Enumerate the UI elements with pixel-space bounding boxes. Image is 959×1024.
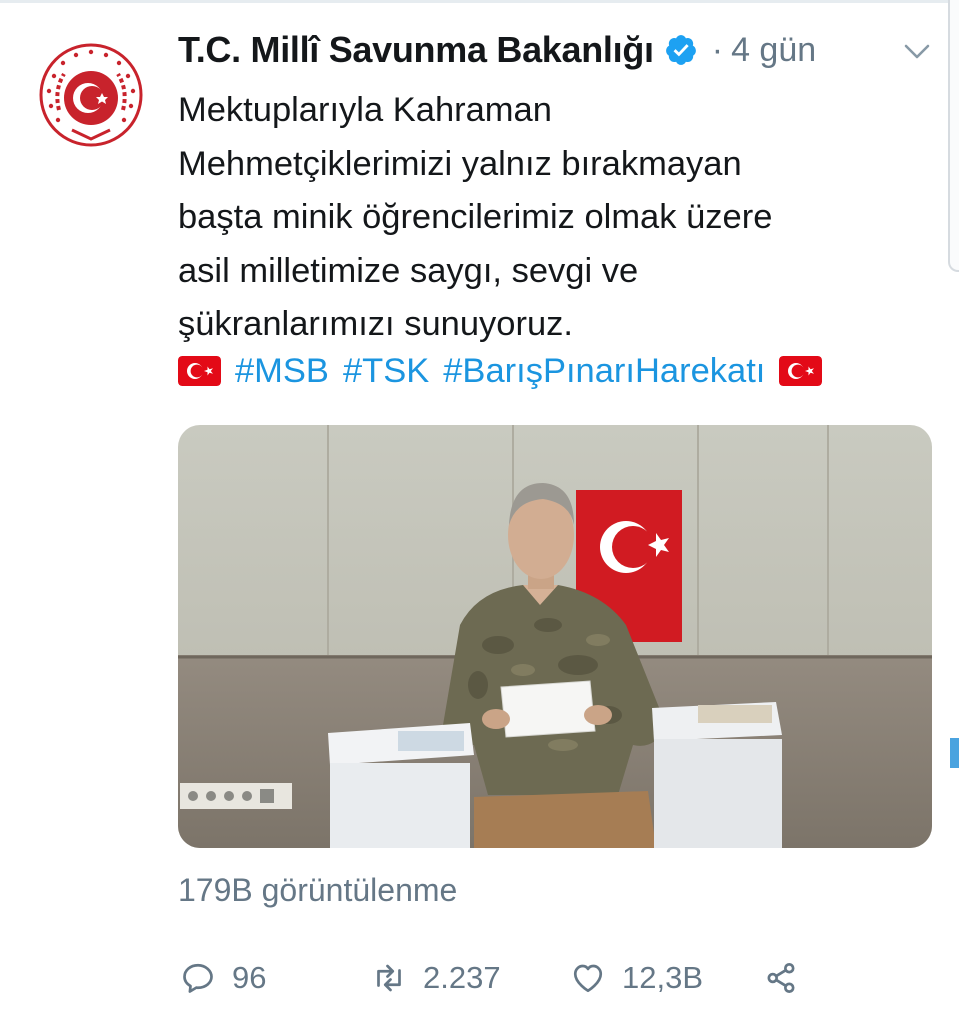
tweet-text-line: şükranlarımızı sunuyoruz.: [178, 305, 573, 343]
tweet-text-line: asil milletimize saygı, sevgi ve: [178, 251, 639, 290]
like-button[interactable]: 12,3B: [570, 955, 703, 1001]
header-separator: ·: [711, 30, 724, 69]
tweet-text-line: Mektuplarıyla Kahraman: [178, 91, 552, 129]
tweet-header: T.C. Millî Savunma Bakanlığı · 4 gün: [178, 24, 816, 76]
hashtag-baris-pinari[interactable]: #BarışPınarıHarekatı: [443, 352, 765, 391]
reply-count: 96: [232, 960, 267, 995]
like-count: 12,3B: [622, 960, 704, 995]
share-button[interactable]: [763, 955, 799, 1001]
view-count: 179B görüntülenme: [178, 872, 458, 908]
tweet-text-line: Mehmetçiklerimizi yalnız bırakmayan: [178, 144, 742, 183]
author-name[interactable]: T.C. Millî Savunma Bakanlığı: [178, 29, 654, 71]
scrollbar-thumb[interactable]: [950, 738, 959, 768]
retweet-count: 2.237: [423, 960, 501, 995]
reply-button[interactable]: 96: [180, 955, 266, 1001]
tweet-text-line: başta minik öğrencilerimiz olmak üzere: [178, 198, 773, 236]
adjacent-panel-edge: [948, 0, 959, 272]
tweet-video[interactable]: [178, 425, 932, 848]
hashtag-msb[interactable]: #MSB: [235, 352, 329, 391]
verified-badge-icon: [665, 35, 696, 65]
retweet-icon: [377, 964, 401, 992]
hashtag-tsk[interactable]: #TSK: [343, 352, 429, 391]
chevron-down-icon[interactable]: [903, 42, 931, 62]
tweet-text: Mektuplarıyla Kahraman Mehmetçiklerimizi…: [178, 84, 918, 352]
retweet-button[interactable]: 2.237: [371, 955, 501, 1001]
hashtag-line: #MSB #TSK #BarışPınarıHarekatı: [178, 346, 823, 396]
turkish-flag-icon: [779, 356, 823, 386]
turkish-flag-icon: [178, 356, 221, 386]
avatar[interactable]: [34, 38, 148, 152]
reply-icon: [183, 963, 213, 993]
share-icon: [767, 963, 795, 993]
tweet-time[interactable]: 4 gün: [731, 31, 816, 70]
like-icon: [573, 964, 603, 993]
top-divider: [0, 0, 959, 3]
